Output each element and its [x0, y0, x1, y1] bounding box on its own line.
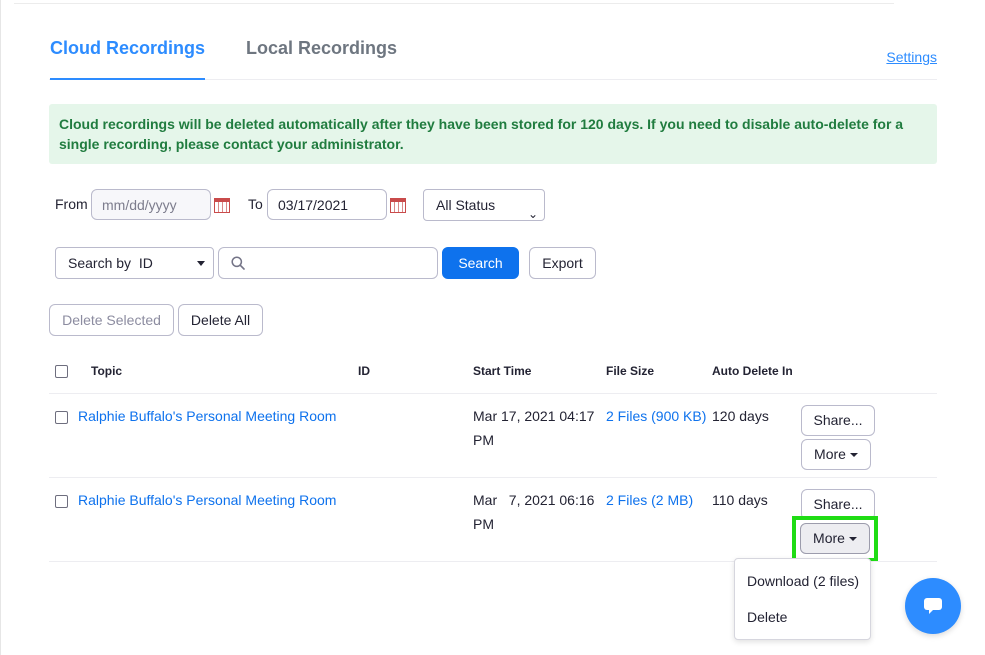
- topic-link[interactable]: Ralphie Buffalo's Personal Meeting Room: [78, 408, 336, 424]
- auto-delete-value: 110 days: [712, 492, 768, 508]
- divider: [49, 477, 937, 478]
- files-link[interactable]: 2 Files (2 MB): [606, 492, 693, 508]
- column-header-id: ID: [358, 364, 370, 378]
- column-header-auto-delete: Auto Delete In: [712, 364, 793, 378]
- search-icon: [231, 256, 245, 270]
- start-time-period: PM: [473, 432, 494, 448]
- to-label: To: [248, 196, 263, 212]
- chat-button[interactable]: [905, 578, 961, 634]
- search-button[interactable]: Search: [442, 247, 519, 279]
- start-time: Mar 7, 2021 06:16: [473, 492, 595, 508]
- column-header-file-size: File Size: [606, 364, 655, 378]
- from-date-input[interactable]: [91, 189, 211, 220]
- row-checkbox[interactable]: [55, 495, 68, 508]
- search-by-value: Search by ID: [68, 255, 153, 271]
- auto-delete-notice: Cloud recordings will be deleted automat…: [49, 104, 937, 164]
- more-label: More: [814, 446, 846, 462]
- chat-icon: [924, 598, 942, 614]
- caret-down-icon: [849, 453, 858, 458]
- column-header-start-time: Start Time: [473, 364, 532, 378]
- more-label: More: [813, 530, 845, 546]
- from-label: From: [55, 196, 88, 212]
- more-button[interactable]: More: [800, 523, 870, 554]
- menu-item-download[interactable]: Download (2 files): [747, 573, 859, 589]
- more-button[interactable]: More: [801, 439, 871, 470]
- delete-selected-button[interactable]: Delete Selected: [49, 304, 174, 336]
- settings-link[interactable]: Settings: [886, 49, 937, 65]
- export-button[interactable]: Export: [529, 247, 596, 279]
- more-dropdown-menu: Download (2 files) Delete: [734, 558, 871, 640]
- recordings-tabs: Cloud Recordings Local Recordings Settin…: [49, 38, 937, 80]
- menu-item-delete[interactable]: Delete: [747, 609, 787, 625]
- calendar-icon[interactable]: [390, 198, 406, 213]
- left-border: [0, 0, 1, 655]
- caret-down-icon: [197, 261, 205, 266]
- column-header-topic: Topic: [91, 364, 123, 378]
- start-time-period: PM: [473, 516, 494, 532]
- auto-delete-value: 120 days: [712, 408, 769, 424]
- tab-cloud-recordings[interactable]: Cloud Recordings: [50, 38, 205, 80]
- delete-all-button[interactable]: Delete All: [178, 304, 263, 336]
- row-checkbox[interactable]: [55, 411, 68, 424]
- top-border: [14, 3, 894, 4]
- caret-down-icon: [848, 537, 857, 542]
- topic-link[interactable]: Ralphie Buffalo's Personal Meeting Room: [78, 492, 336, 508]
- status-select-value: All Status: [436, 197, 496, 213]
- select-all-checkbox[interactable]: [55, 365, 68, 378]
- tab-local-recordings[interactable]: Local Recordings: [246, 38, 397, 80]
- to-date-input[interactable]: [267, 189, 387, 220]
- search-input[interactable]: [218, 247, 438, 279]
- start-time: Mar 17, 2021 04:17: [473, 408, 595, 424]
- files-link[interactable]: 2 Files (900 KB): [606, 408, 706, 424]
- divider: [49, 393, 937, 394]
- search-by-select[interactable]: Search by ID: [55, 247, 214, 279]
- calendar-icon[interactable]: [214, 198, 230, 213]
- share-button[interactable]: Share...: [801, 405, 875, 436]
- chevron-updown-icon: ⌄: [527, 207, 538, 221]
- status-select[interactable]: All Status ⌄: [423, 189, 545, 221]
